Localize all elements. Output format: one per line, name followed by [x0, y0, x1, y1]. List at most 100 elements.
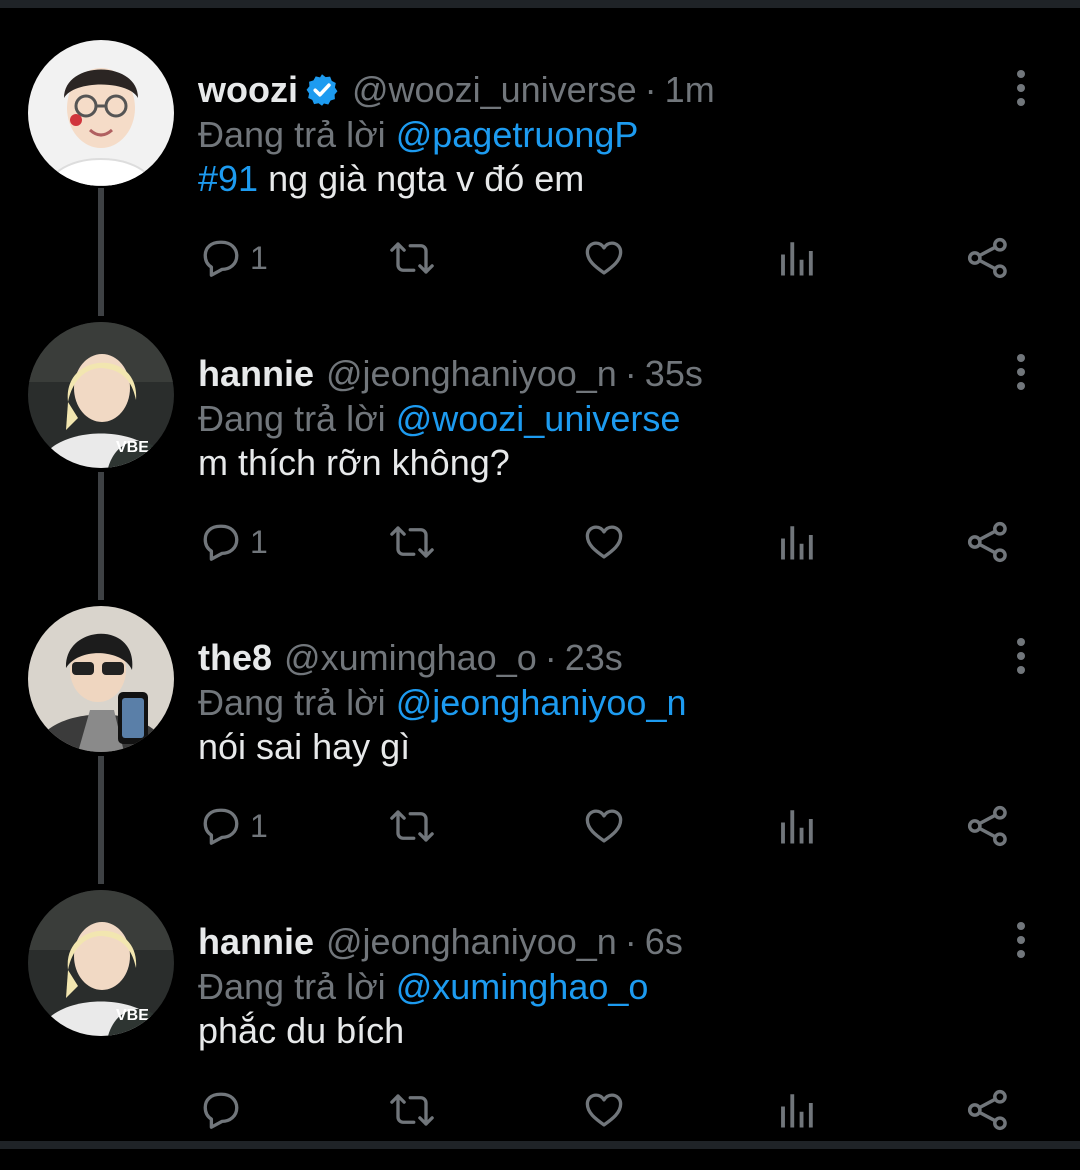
retweet-button[interactable] [388, 798, 436, 854]
tweet-text: #91 ng già ngta v đó em [198, 158, 584, 200]
reply-icon [203, 808, 239, 845]
replying-to: Đang trả lời @xuminghao_o [198, 966, 648, 1008]
timestamp[interactable]: 23s [565, 637, 623, 679]
tweet-body: phắc du bích [198, 1010, 405, 1051]
like-icon [585, 525, 623, 559]
reply-button[interactable]: 1 [200, 798, 268, 854]
share-button[interactable] [966, 798, 1010, 854]
like-icon [585, 809, 623, 843]
tweet[interactable]: VBE hannie @jeonghaniyoo_n · 6s Đang trả… [0, 886, 1080, 1170]
share-icon [967, 1089, 1007, 1131]
more-icon[interactable] [1006, 352, 1036, 392]
retweet-icon [390, 526, 434, 558]
reply-mention[interactable]: @jeonghaniyoo_n [396, 682, 687, 723]
display-name[interactable]: woozi [198, 69, 298, 111]
timestamp[interactable]: 1m [665, 69, 715, 111]
reply-count: 1 [250, 523, 268, 560]
retweet-button[interactable] [388, 514, 436, 570]
tweet-text: nói sai hay gì [198, 726, 410, 768]
replying-label: Đang trả lời [198, 966, 386, 1007]
timestamp[interactable]: 35s [645, 353, 703, 395]
more-icon[interactable] [1006, 920, 1036, 960]
handle[interactable]: @xuminghao_o [284, 637, 537, 679]
share-icon [967, 521, 1007, 563]
tweet-header: hannie @jeonghaniyoo_n · 6s [198, 918, 683, 966]
retweet-icon [390, 242, 434, 274]
action-bar: 1 [0, 798, 1080, 854]
tweet[interactable]: VBE hannie @jeonghaniyoo_n · 35s Đang tr… [0, 318, 1080, 602]
views-button[interactable] [778, 798, 816, 854]
tweet[interactable]: woozi @woozi_universe · 1m Đang trả lời … [0, 34, 1080, 318]
tweet-body: m thích rỡn không? [198, 442, 510, 483]
reply-icon [203, 1092, 239, 1129]
replying-label: Đang trả lời [198, 114, 386, 155]
views-button[interactable] [778, 514, 816, 570]
svg-text:VBE: VBE [116, 439, 149, 456]
retweet-button[interactable] [388, 230, 436, 286]
retweet-button[interactable] [388, 1082, 436, 1138]
views-icon [781, 1094, 813, 1128]
bottom-divider [0, 1141, 1080, 1149]
like-button[interactable] [582, 230, 626, 286]
replying-label: Đang trả lời [198, 682, 386, 723]
like-button[interactable] [582, 1082, 626, 1138]
separator-dot: · [624, 921, 637, 962]
reply-icon [203, 524, 239, 561]
retweet-icon [390, 1094, 434, 1126]
like-icon [585, 1093, 623, 1127]
reply-button[interactable]: 1 [200, 230, 268, 286]
reply-button[interactable] [200, 1082, 250, 1138]
like-button[interactable] [582, 514, 626, 570]
tweet-header: the8 @xuminghao_o · 23s [198, 634, 623, 682]
svg-text:VBE: VBE [116, 1007, 149, 1024]
avatar[interactable]: VBE [28, 322, 174, 468]
share-button[interactable] [966, 1082, 1010, 1138]
avatar[interactable]: VBE [28, 890, 174, 1036]
reply-mention[interactable]: @pagetruongP [396, 114, 639, 155]
like-button[interactable] [582, 798, 626, 854]
handle[interactable]: @jeonghaniyoo_n [326, 353, 617, 395]
display-name[interactable]: hannie [198, 921, 314, 963]
tweet-body: nói sai hay gì [198, 726, 411, 767]
handle[interactable]: @woozi_universe [352, 69, 637, 111]
more-icon[interactable] [1006, 68, 1036, 108]
replying-label: Đang trả lời [198, 398, 386, 439]
tweet-text: m thích rỡn không? [198, 442, 510, 484]
hashtag-link[interactable]: #91 [198, 158, 258, 199]
tweet[interactable]: the8 @xuminghao_o · 23s Đang trả lời @je… [0, 602, 1080, 886]
reply-mention[interactable]: @xuminghao_o [396, 966, 649, 1007]
replying-to: Đang trả lời @woozi_universe [198, 398, 680, 440]
tweet-header: hannie @jeonghaniyoo_n · 35s [198, 350, 703, 398]
avatar[interactable] [28, 40, 174, 186]
top-divider [0, 0, 1080, 8]
action-bar: 1 [0, 514, 1080, 570]
timestamp[interactable]: 6s [645, 921, 683, 963]
reply-button[interactable]: 1 [200, 514, 268, 570]
reply-icon [203, 240, 239, 277]
reply-mention[interactable]: @woozi_universe [396, 398, 681, 439]
handle[interactable]: @jeonghaniyoo_n [326, 921, 617, 963]
more-icon[interactable] [1006, 636, 1036, 676]
avatar[interactable] [28, 606, 174, 752]
action-bar: 1 [0, 230, 1080, 286]
display-name[interactable]: hannie [198, 353, 314, 395]
action-bar [0, 1082, 1080, 1138]
display-name[interactable]: the8 [198, 637, 272, 679]
replying-to: Đang trả lời @pagetruongP [198, 114, 638, 156]
views-icon [781, 526, 813, 560]
views-button[interactable] [778, 230, 816, 286]
reply-count: 1 [250, 807, 268, 844]
share-button[interactable] [966, 230, 1010, 286]
separator-dot: · [624, 353, 637, 394]
views-icon [781, 242, 813, 276]
share-button[interactable] [966, 514, 1010, 570]
share-icon [967, 237, 1007, 279]
separator-dot: · [544, 637, 557, 678]
replying-to: Đang trả lời @jeonghaniyoo_n [198, 682, 686, 724]
views-button[interactable] [778, 1082, 816, 1138]
reply-count: 1 [250, 239, 268, 276]
retweet-icon [390, 810, 434, 842]
tweet-body: ng già ngta v đó em [258, 158, 585, 199]
tweet-text: phắc du bích [198, 1010, 404, 1052]
separator-dot: · [644, 69, 657, 110]
